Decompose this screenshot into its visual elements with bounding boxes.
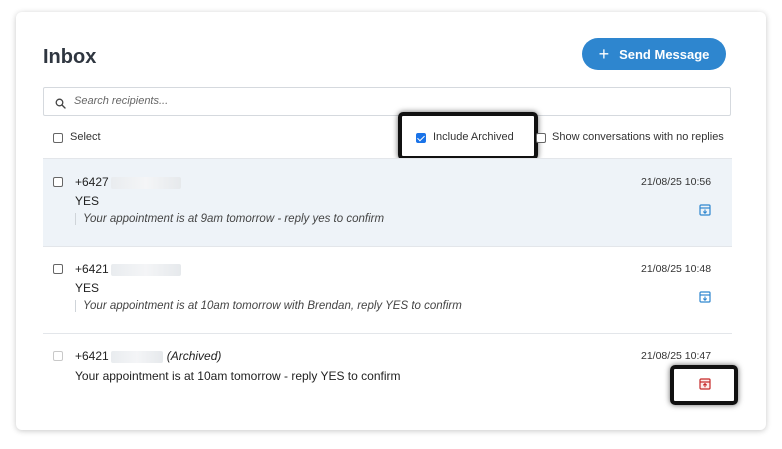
row-checkbox[interactable] [53,177,63,187]
conversation-phone: +6427 [75,175,181,189]
search-icon [55,96,66,114]
archived-tag: (Archived) [166,349,222,363]
archive-icon[interactable] [699,204,711,216]
plus-icon: + [598,44,610,64]
archive-icon[interactable] [699,291,711,303]
send-message-button[interactable]: + Send Message [582,38,726,70]
conversation-timestamp: 21/08/25 10:47 [641,350,712,362]
conversation-row[interactable] [43,247,732,333]
select-all-label: Select [70,131,101,143]
no-replies-checkbox[interactable] [536,133,546,143]
page-title: Inbox [43,46,97,68]
conversation-message: Your appointment is at 10am tomorrow - r… [75,369,401,383]
include-archived-checkbox[interactable] [416,133,426,143]
conversation-reply: YES [75,281,100,295]
conversation-reply: YES [75,194,100,208]
row-checkbox[interactable] [53,264,63,274]
row-checkbox-disabled [53,351,63,361]
conversation-phone: +6421 [75,262,181,276]
send-message-label: Send Message [619,46,710,62]
search-input[interactable] [72,94,676,108]
select-all-checkbox[interactable] [53,133,63,143]
redacted-number [110,176,181,189]
no-replies-label: Show conversations with no replies [552,131,724,143]
conversation-row[interactable] [43,159,732,246]
include-archived-label: Include Archived [433,131,514,143]
unarchive-icon[interactable] [699,378,711,390]
redacted-number [110,263,181,276]
conversation-timestamp: 21/08/25 10:56 [641,176,712,188]
conversation-timestamp: 21/08/25 10:48 [641,263,712,275]
conversation-message: Your appointment is at 9am tomorrow - re… [75,213,384,225]
redacted-number [110,350,163,363]
conversation-phone: +6421 (Archived) [75,349,222,363]
conversation-message: Your appointment is at 10am tomorrow wit… [75,300,462,312]
search-box [43,87,731,116]
